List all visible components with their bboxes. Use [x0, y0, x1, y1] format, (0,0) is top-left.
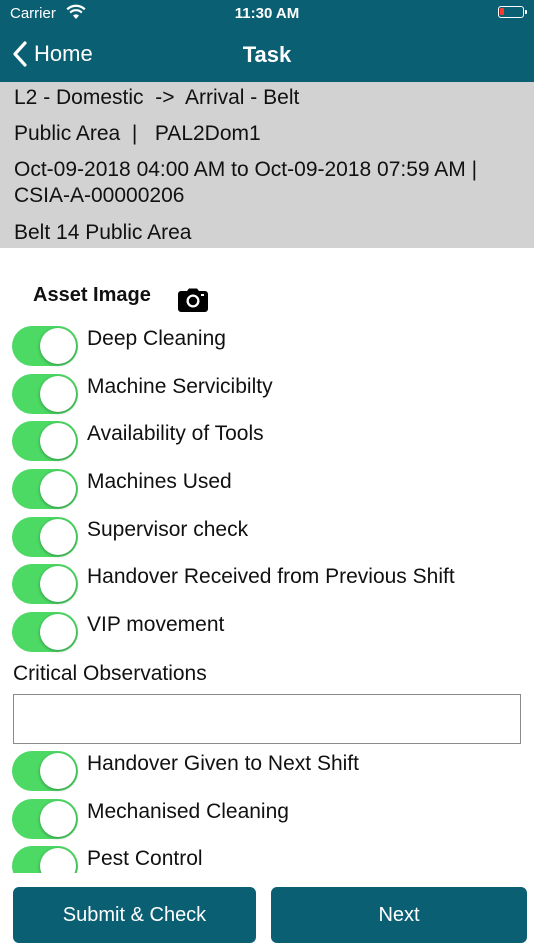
location-text: Belt 14 Public Area [14, 221, 192, 244]
toggle-knob [40, 614, 76, 650]
toggle-switch[interactable] [12, 326, 78, 366]
checklist-label: Machines Used [87, 470, 232, 493]
checklist-label: Pest Control [87, 847, 203, 870]
toggle-switch[interactable] [12, 612, 78, 652]
checklist-item: Pest Control [12, 846, 522, 873]
next-button[interactable]: Next [271, 887, 527, 943]
camera-icon[interactable] [178, 288, 208, 312]
status-bar: Carrier 11:30 AM [0, 0, 534, 28]
toggle-knob [40, 801, 76, 837]
task-info-panel: L2 - Domestic -> Arrival - Belt Public A… [0, 82, 534, 248]
critical-observations-label: Critical Observations [13, 662, 207, 685]
checklist-item: Machine Servicibilty [12, 374, 522, 414]
checklist-label: Supervisor check [87, 518, 249, 541]
toggle-knob [40, 328, 76, 364]
toggle-switch[interactable] [12, 846, 78, 873]
scroll-clip: Pest Control [0, 840, 534, 873]
clock: 11:30 AM [234, 5, 300, 22]
checklist-item: Handover Received from Previous Shift [12, 564, 522, 604]
toggle-switch[interactable] [12, 374, 78, 414]
checklist-item: VIP movement [12, 612, 522, 652]
checklist-item: Machines Used [12, 469, 522, 509]
asset-image-label: Asset Image [33, 284, 151, 306]
toggle-knob [40, 471, 76, 507]
toggle-knob [40, 566, 76, 602]
area-text: Public Area | PAL2Dom1 [14, 122, 261, 145]
checklist-label: Handover Received from Previous Shift [87, 565, 455, 588]
checklist-item: Supervisor check [12, 517, 522, 557]
toggle-knob [40, 376, 76, 412]
toggle-switch[interactable] [12, 469, 78, 509]
checklist-label: VIP movement [87, 613, 225, 636]
toggle-switch[interactable] [12, 564, 78, 604]
checklist-label: Handover Given to Next Shift [87, 752, 359, 775]
checklist-label: Deep Cleaning [87, 327, 226, 350]
toggle-knob [40, 848, 76, 873]
toggle-switch[interactable] [12, 421, 78, 461]
battery-icon [498, 6, 527, 18]
navigation-bar: Carrier 11:30 AM Home Task [0, 0, 534, 82]
submit-check-button[interactable]: Submit & Check [13, 887, 256, 943]
task-id-text: CSIA-A-00000206 [14, 184, 185, 207]
checklist-label: Machine Servicibilty [87, 375, 273, 398]
toggle-knob [40, 519, 76, 555]
toggle-knob [40, 423, 76, 459]
toggle-switch[interactable] [12, 751, 78, 791]
schedule-text: Oct-09-2018 04:00 AM to Oct-09-2018 07:5… [14, 158, 478, 181]
critical-observations-input[interactable] [13, 694, 521, 744]
checklist-item: Handover Given to Next Shift [12, 751, 522, 791]
toggle-switch[interactable] [12, 799, 78, 839]
checklist-label: Mechanised Cleaning [87, 800, 289, 823]
checklist-item: Deep Cleaning [12, 326, 522, 366]
checklist-label: Availability of Tools [87, 422, 264, 445]
checklist-item: Availability of Tools [12, 421, 522, 461]
toggle-switch[interactable] [12, 517, 78, 557]
page-title: Task [242, 42, 292, 67]
route-text: L2 - Domestic -> Arrival - Belt [14, 86, 300, 109]
checklist-item: Mechanised Cleaning [12, 799, 522, 839]
toggle-knob [40, 753, 76, 789]
